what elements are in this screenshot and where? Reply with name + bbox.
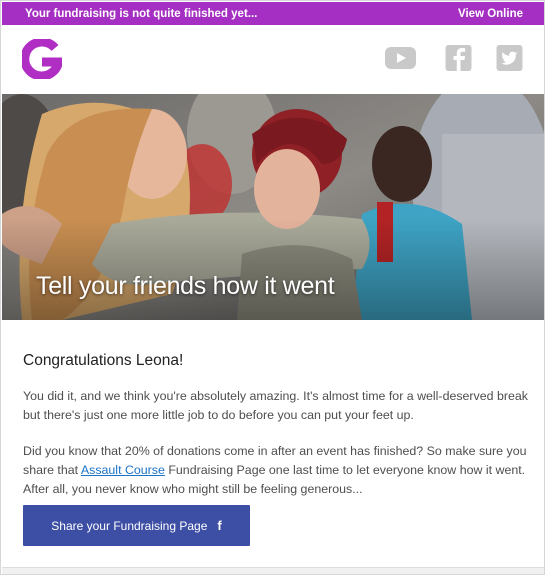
banner-text: Your fundraising is not quite finished y…	[25, 7, 258, 20]
email-header	[2, 25, 544, 94]
top-banner: Your fundraising is not quite finished y…	[2, 2, 544, 25]
twitter-icon[interactable]	[494, 45, 525, 71]
facebook-icon[interactable]	[443, 45, 474, 71]
facebook-icon: f	[217, 518, 222, 533]
view-online-link[interactable]: View Online	[458, 8, 523, 20]
share-button-label: Share your Fundraising Page	[51, 518, 208, 533]
brand-logo-icon[interactable]	[22, 39, 62, 79]
share-fundraising-button[interactable]: Share your Fundraising Page f	[23, 505, 250, 546]
hero-image: Tell your friends how it went	[2, 94, 544, 320]
intro-paragraph: You did it, and we think you're absolute…	[23, 389, 528, 422]
youtube-icon[interactable]	[385, 45, 416, 71]
email-frame: Your fundraising is not quite finished y…	[0, 0, 545, 575]
assault-course-link[interactable]: Assault Course	[81, 463, 165, 477]
hero-caption: Tell your friends how it went	[36, 272, 335, 300]
footer-divider	[2, 567, 544, 574]
donations-paragraph: Did you know that 20% of donations come …	[23, 442, 528, 499]
greeting-heading: Congratulations Leona!	[23, 352, 184, 369]
